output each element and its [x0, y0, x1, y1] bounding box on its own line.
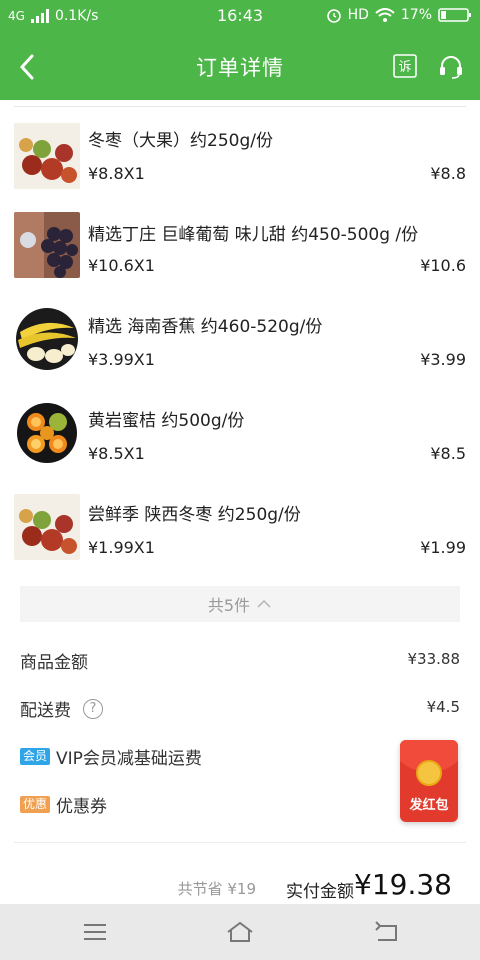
- red-packet-button[interactable]: 发红包: [400, 740, 458, 822]
- product-unit-qty: ¥8.8X1: [88, 164, 145, 183]
- product-name: 冬枣（大果）约250g/份: [88, 131, 273, 151]
- hd-indicator: HD: [347, 7, 369, 23]
- back-icon[interactable]: [372, 918, 402, 946]
- collapse-items-button[interactable]: 共5件: [20, 586, 460, 622]
- product-unit-qty: ¥8.5X1: [88, 444, 145, 463]
- status-bar: 4G 0.1K/s 16:43 HD 17%: [0, 0, 480, 34]
- complaint-glyph: 诉: [398, 60, 411, 75]
- product-unit-qty: ¥3.99X1: [88, 350, 155, 369]
- product-name: 尝鲜季 陕西冬枣 约250g/份: [88, 505, 301, 525]
- menu-icon[interactable]: [80, 918, 110, 946]
- help-icon[interactable]: ?: [83, 698, 103, 719]
- payment-summary: 共节省 ¥19 实付金额 ¥19.38: [0, 868, 466, 902]
- wifi-icon: [375, 7, 395, 22]
- battery-icon: [438, 8, 471, 22]
- coupon-tag: 优惠: [20, 796, 51, 813]
- chevron-up-icon: [257, 599, 271, 608]
- product-name: 精选 海南香蕉 约460-520g/份: [88, 317, 323, 337]
- saved-value: ¥19: [227, 880, 256, 898]
- goods-amount-row: 商品金额 ¥33.88: [20, 646, 460, 676]
- product-image-winter-jujube: [14, 494, 80, 560]
- coupon-row[interactable]: 优惠 优惠券: [20, 790, 460, 820]
- pay-amount-label: 实付金额: [286, 882, 354, 902]
- product-unit-qty: ¥1.99X1: [88, 538, 155, 557]
- vip-discount-label: VIP会员减基础运费: [56, 749, 202, 769]
- product-name: 黄岩蜜桔 约500g/份: [88, 411, 245, 431]
- delivery-fee-row: 配送费 ? ¥4.5: [20, 694, 460, 724]
- product-item[interactable]: 尝鲜季 陕西冬枣 约250g/份 ¥1.99X1 ¥1.99: [0, 494, 480, 588]
- pay-amount-value: ¥19.38: [354, 868, 452, 901]
- battery-percent: 17%: [400, 7, 432, 23]
- red-packet-label: 发红包: [409, 798, 449, 813]
- complaint-icon[interactable]: 诉: [393, 54, 417, 78]
- customer-service-icon[interactable]: [438, 54, 462, 79]
- product-item[interactable]: 精选 海南香蕉 约460-520g/份 ¥3.99X1 ¥3.99: [0, 306, 480, 400]
- home-icon[interactable]: [225, 918, 255, 946]
- product-item[interactable]: 精选丁庄 巨峰葡萄 味儿甜 约450-500g /份 ¥10.6X1 ¥10.6: [0, 212, 480, 306]
- system-nav-bar: [0, 904, 480, 960]
- product-name: 精选丁庄 巨峰葡萄 味儿甜 约450-500g /份: [88, 225, 419, 245]
- goods-amount-value: ¥33.88: [407, 650, 461, 668]
- saved-amount: 共节省 ¥19: [178, 878, 256, 899]
- vip-discount-row: 会员 VIP会员减基础运费: [20, 742, 460, 772]
- delivery-fee-value: ¥4.5: [426, 698, 460, 716]
- product-total: ¥8.8: [430, 164, 466, 183]
- product-item[interactable]: 冬枣（大果）约250g/份 ¥8.8X1 ¥8.8: [0, 120, 480, 214]
- red-packet-coin-icon: [416, 760, 442, 786]
- item-count-label: 共5件: [207, 596, 251, 615]
- top-divider: [14, 106, 466, 107]
- summary-divider: [14, 842, 466, 843]
- product-total: ¥8.5: [430, 444, 466, 463]
- product-total: ¥3.99: [420, 350, 466, 369]
- goods-amount-label: 商品金额: [20, 653, 88, 673]
- vip-tag: 会员: [20, 748, 51, 765]
- saved-label: 共节省: [177, 880, 223, 898]
- coupon-label: 优惠券: [56, 797, 108, 817]
- product-image-winter-jujube: [14, 123, 80, 189]
- product-image-grapes: [14, 212, 80, 278]
- product-unit-qty: ¥10.6X1: [88, 256, 155, 275]
- alarm-icon: [326, 9, 341, 23]
- product-total: ¥10.6: [420, 256, 466, 275]
- delivery-fee-label: 配送费: [20, 701, 71, 721]
- product-image-banana: [14, 306, 80, 372]
- product-total: ¥1.99: [420, 538, 466, 557]
- product-item[interactable]: 黄岩蜜桔 约500g/份 ¥8.5X1 ¥8.5: [0, 400, 480, 494]
- app-header: 订单详情 诉: [0, 34, 480, 100]
- product-image-tangerine: [14, 400, 80, 466]
